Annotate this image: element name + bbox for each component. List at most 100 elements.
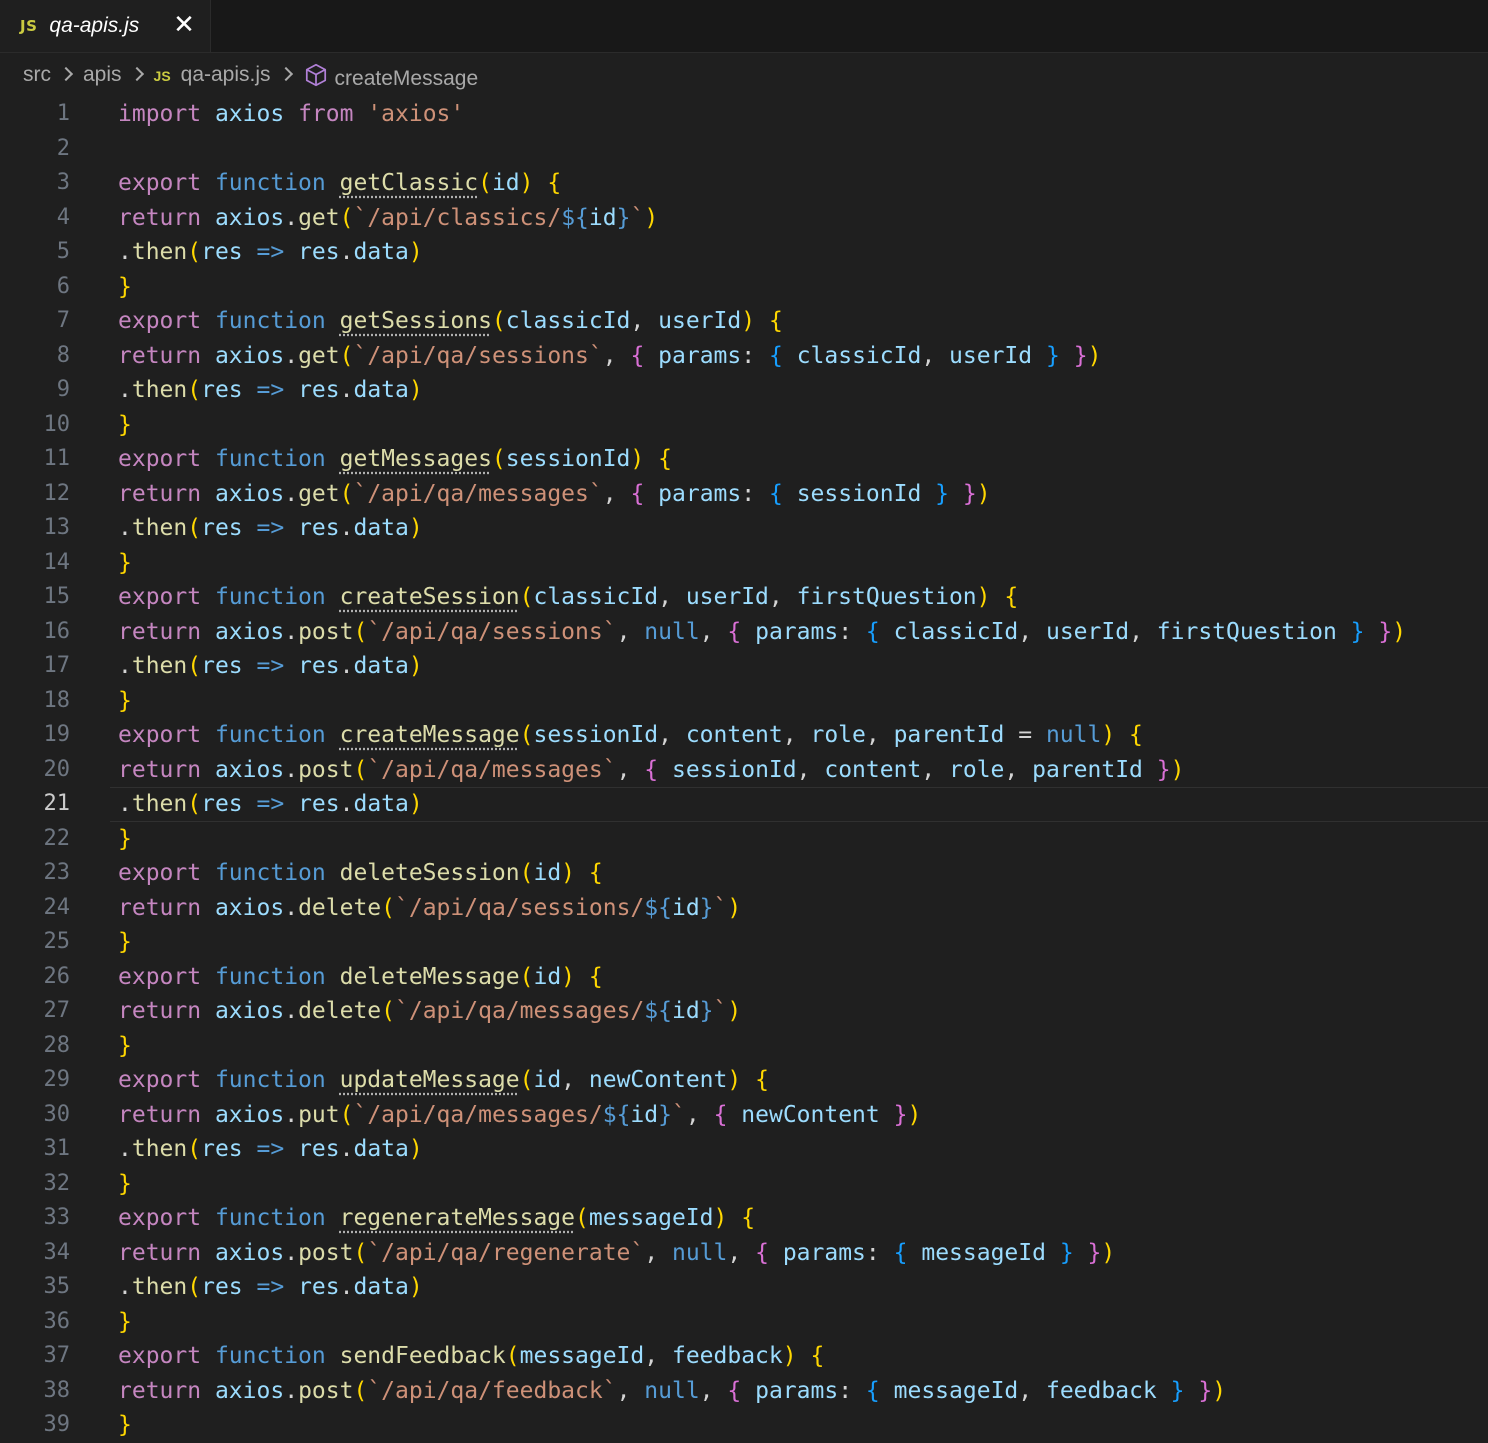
code-text: export function sendFeedback(messageId, … bbox=[118, 1343, 825, 1369]
code-line[interactable]: 29 export function updateMessage(id, newC… bbox=[0, 1063, 1488, 1098]
code-line[interactable]: 18} bbox=[0, 684, 1488, 719]
line-number: 2 bbox=[56, 135, 70, 161]
code-text: .then(res => res.data) bbox=[118, 515, 423, 541]
code-line[interactable]: 12 return axios.get(`/api/qa/messages`, {… bbox=[0, 477, 1488, 512]
code-text: } bbox=[118, 549, 132, 576]
code-text: } bbox=[118, 273, 132, 300]
line-number: 13 bbox=[43, 515, 71, 540]
code-text: return axios.get(`/api/qa/sessions`, { p… bbox=[118, 342, 1102, 369]
code-line[interactable]: 31 .then(res => res.data) bbox=[0, 1132, 1488, 1167]
line-number: 19 bbox=[43, 722, 71, 747]
code-line[interactable]: 4 return axios.get(`/api/classics/${id}`) bbox=[0, 201, 1488, 236]
line-number: 14 bbox=[43, 549, 71, 575]
code-line[interactable]: 37 export function sendFeedback(messageId… bbox=[0, 1339, 1488, 1374]
code-text: } bbox=[118, 411, 132, 438]
code-line[interactable]: 9 .then(res => res.data) bbox=[0, 373, 1488, 408]
breadcrumb-symbol-label: createMessage bbox=[334, 67, 479, 90]
code-text: return axios.post(`/api/qa/regenerate`, … bbox=[118, 1239, 1116, 1266]
code-text: export function regenerateMessage(messag… bbox=[118, 1205, 756, 1231]
breadcrumb-item-symbol[interactable]: createMessage bbox=[303, 59, 479, 91]
breadcrumb-item-src[interactable]: src bbox=[23, 63, 51, 87]
line-number: 23 bbox=[43, 860, 71, 885]
code-line[interactable]: 36} bbox=[0, 1305, 1488, 1340]
code-line[interactable]: 10} bbox=[0, 408, 1488, 443]
code-line[interactable]: 22} bbox=[0, 822, 1488, 857]
line-number: 20 bbox=[43, 756, 71, 782]
code-line[interactable]: 15 export function createSession(classicI… bbox=[0, 580, 1488, 615]
code-line[interactable]: 23 export function deleteSession(id) { bbox=[0, 856, 1488, 891]
line-number: 29 bbox=[43, 1067, 71, 1092]
line-number: 25 bbox=[43, 929, 71, 954]
line-number: 5 bbox=[56, 239, 70, 264]
code-line[interactable]: 32} bbox=[0, 1167, 1488, 1202]
code-text: .then(res => res.data) bbox=[118, 377, 423, 403]
breadcrumb-item-file[interactable]: JS qa-apis.js bbox=[154, 63, 271, 87]
code-line[interactable]: 26 export function deleteMessage(id) { bbox=[0, 960, 1488, 995]
tab-qa-apis[interactable]: JS qa-apis.js ✕ bbox=[0, 0, 211, 52]
line-number: 26 bbox=[43, 963, 71, 989]
code-text: .then(res => res.data) bbox=[118, 239, 423, 265]
code-line[interactable]: 25} bbox=[0, 925, 1488, 960]
code-line[interactable]: 1 import axios from 'axios' bbox=[0, 97, 1488, 132]
code-line[interactable]: 27 return axios.delete(`/api/qa/messages/… bbox=[0, 994, 1488, 1029]
code-line[interactable]: 24 return axios.delete(`/api/qa/sessions/… bbox=[0, 891, 1488, 926]
code-line[interactable]: 14} bbox=[0, 546, 1488, 581]
code-line[interactable]: 5 .then(res => res.data) bbox=[0, 235, 1488, 270]
code-line[interactable]: 11 export function getMessages(sessionId)… bbox=[0, 442, 1488, 477]
code-text: .then(res => res.data) bbox=[118, 1136, 423, 1162]
close-icon[interactable]: ✕ bbox=[172, 10, 196, 40]
code-text: return axios.post(`/api/qa/messages`, { … bbox=[118, 756, 1185, 783]
code-text: return axios.get(`/api/qa/messages`, { p… bbox=[118, 480, 991, 507]
code-text: return axios.put(`/api/qa/messages/${id}… bbox=[118, 1101, 922, 1128]
line-number: 17 bbox=[43, 653, 71, 678]
code-text: return axios.post(`/api/qa/sessions`, nu… bbox=[118, 618, 1407, 645]
code-line[interactable]: 6} bbox=[0, 270, 1488, 305]
code-text: export function getSessions(classicId, u… bbox=[118, 308, 783, 334]
breadcrumb-item-apis[interactable]: apis bbox=[83, 63, 122, 87]
code-text: export function deleteMessage(id) { bbox=[118, 963, 603, 990]
code-line[interactable]: 8 return axios.get(`/api/qa/sessions`, { … bbox=[0, 339, 1488, 374]
line-number: 11 bbox=[43, 446, 71, 471]
code-line[interactable]: 33 export function regenerateMessage(mess… bbox=[0, 1201, 1488, 1236]
code-line[interactable]: 38 return axios.post(`/api/qa/feedback`, … bbox=[0, 1374, 1488, 1409]
code-line[interactable]: 17 .then(res => res.data) bbox=[0, 649, 1488, 684]
code-line[interactable]: 16 return axios.post(`/api/qa/sessions`, … bbox=[0, 615, 1488, 650]
line-number: 34 bbox=[43, 1239, 71, 1265]
line-number: 38 bbox=[43, 1377, 71, 1403]
line-number: 22 bbox=[43, 825, 71, 851]
code-line[interactable]: 2 bbox=[0, 132, 1488, 167]
code-text: return axios.get(`/api/classics/${id}`) bbox=[118, 204, 659, 231]
code-line[interactable]: 19 export function createMessage(sessionI… bbox=[0, 718, 1488, 753]
code-text: } bbox=[118, 1412, 132, 1438]
line-number: 16 bbox=[43, 618, 71, 644]
code-line[interactable]: 3 export function getClassic(id) { bbox=[0, 166, 1488, 201]
line-number: 8 bbox=[56, 342, 70, 368]
code-line[interactable]: 35 .then(res => res.data) bbox=[0, 1270, 1488, 1305]
code-line[interactable]: 21 .then(res => res.data) bbox=[0, 787, 1488, 822]
code-text: return axios.delete(`/api/qa/sessions/${… bbox=[118, 894, 742, 921]
line-number: 32 bbox=[43, 1170, 71, 1196]
code-line[interactable]: 13 .then(res => res.data) bbox=[0, 511, 1488, 546]
line-number: 15 bbox=[43, 584, 71, 609]
line-number: 37 bbox=[43, 1343, 71, 1368]
code-editor[interactable]: 1 import axios from 'axios' 2 3 export funct… bbox=[0, 97, 1488, 1443]
code-line[interactable]: 39} bbox=[0, 1408, 1488, 1443]
code-line[interactable]: 7 export function getSessions(classicId, … bbox=[0, 304, 1488, 339]
code-line[interactable]: 34 return axios.post(`/api/qa/regenerate`… bbox=[0, 1236, 1488, 1271]
code-line[interactable]: 20 return axios.post(`/api/qa/messages`, … bbox=[0, 753, 1488, 788]
code-text: } bbox=[118, 825, 132, 852]
code-text: .then(res => res.data) bbox=[118, 1274, 423, 1300]
method-cube-icon bbox=[305, 63, 326, 87]
line-number: 3 bbox=[56, 170, 70, 195]
code-text: } bbox=[118, 1308, 132, 1335]
chevron-right-icon bbox=[129, 66, 144, 82]
line-number: 35 bbox=[43, 1274, 71, 1299]
code-text: export function deleteSession(id) { bbox=[118, 860, 603, 886]
code-line[interactable]: 28} bbox=[0, 1029, 1488, 1064]
line-number: 39 bbox=[43, 1412, 71, 1437]
js-file-icon: JS bbox=[153, 68, 171, 84]
line-number: 36 bbox=[43, 1308, 71, 1334]
code-line[interactable]: 30 return axios.put(`/api/qa/messages/${i… bbox=[0, 1098, 1488, 1133]
code-text: export function createMessage(sessionId,… bbox=[118, 722, 1143, 748]
code-text: } bbox=[118, 1170, 132, 1197]
